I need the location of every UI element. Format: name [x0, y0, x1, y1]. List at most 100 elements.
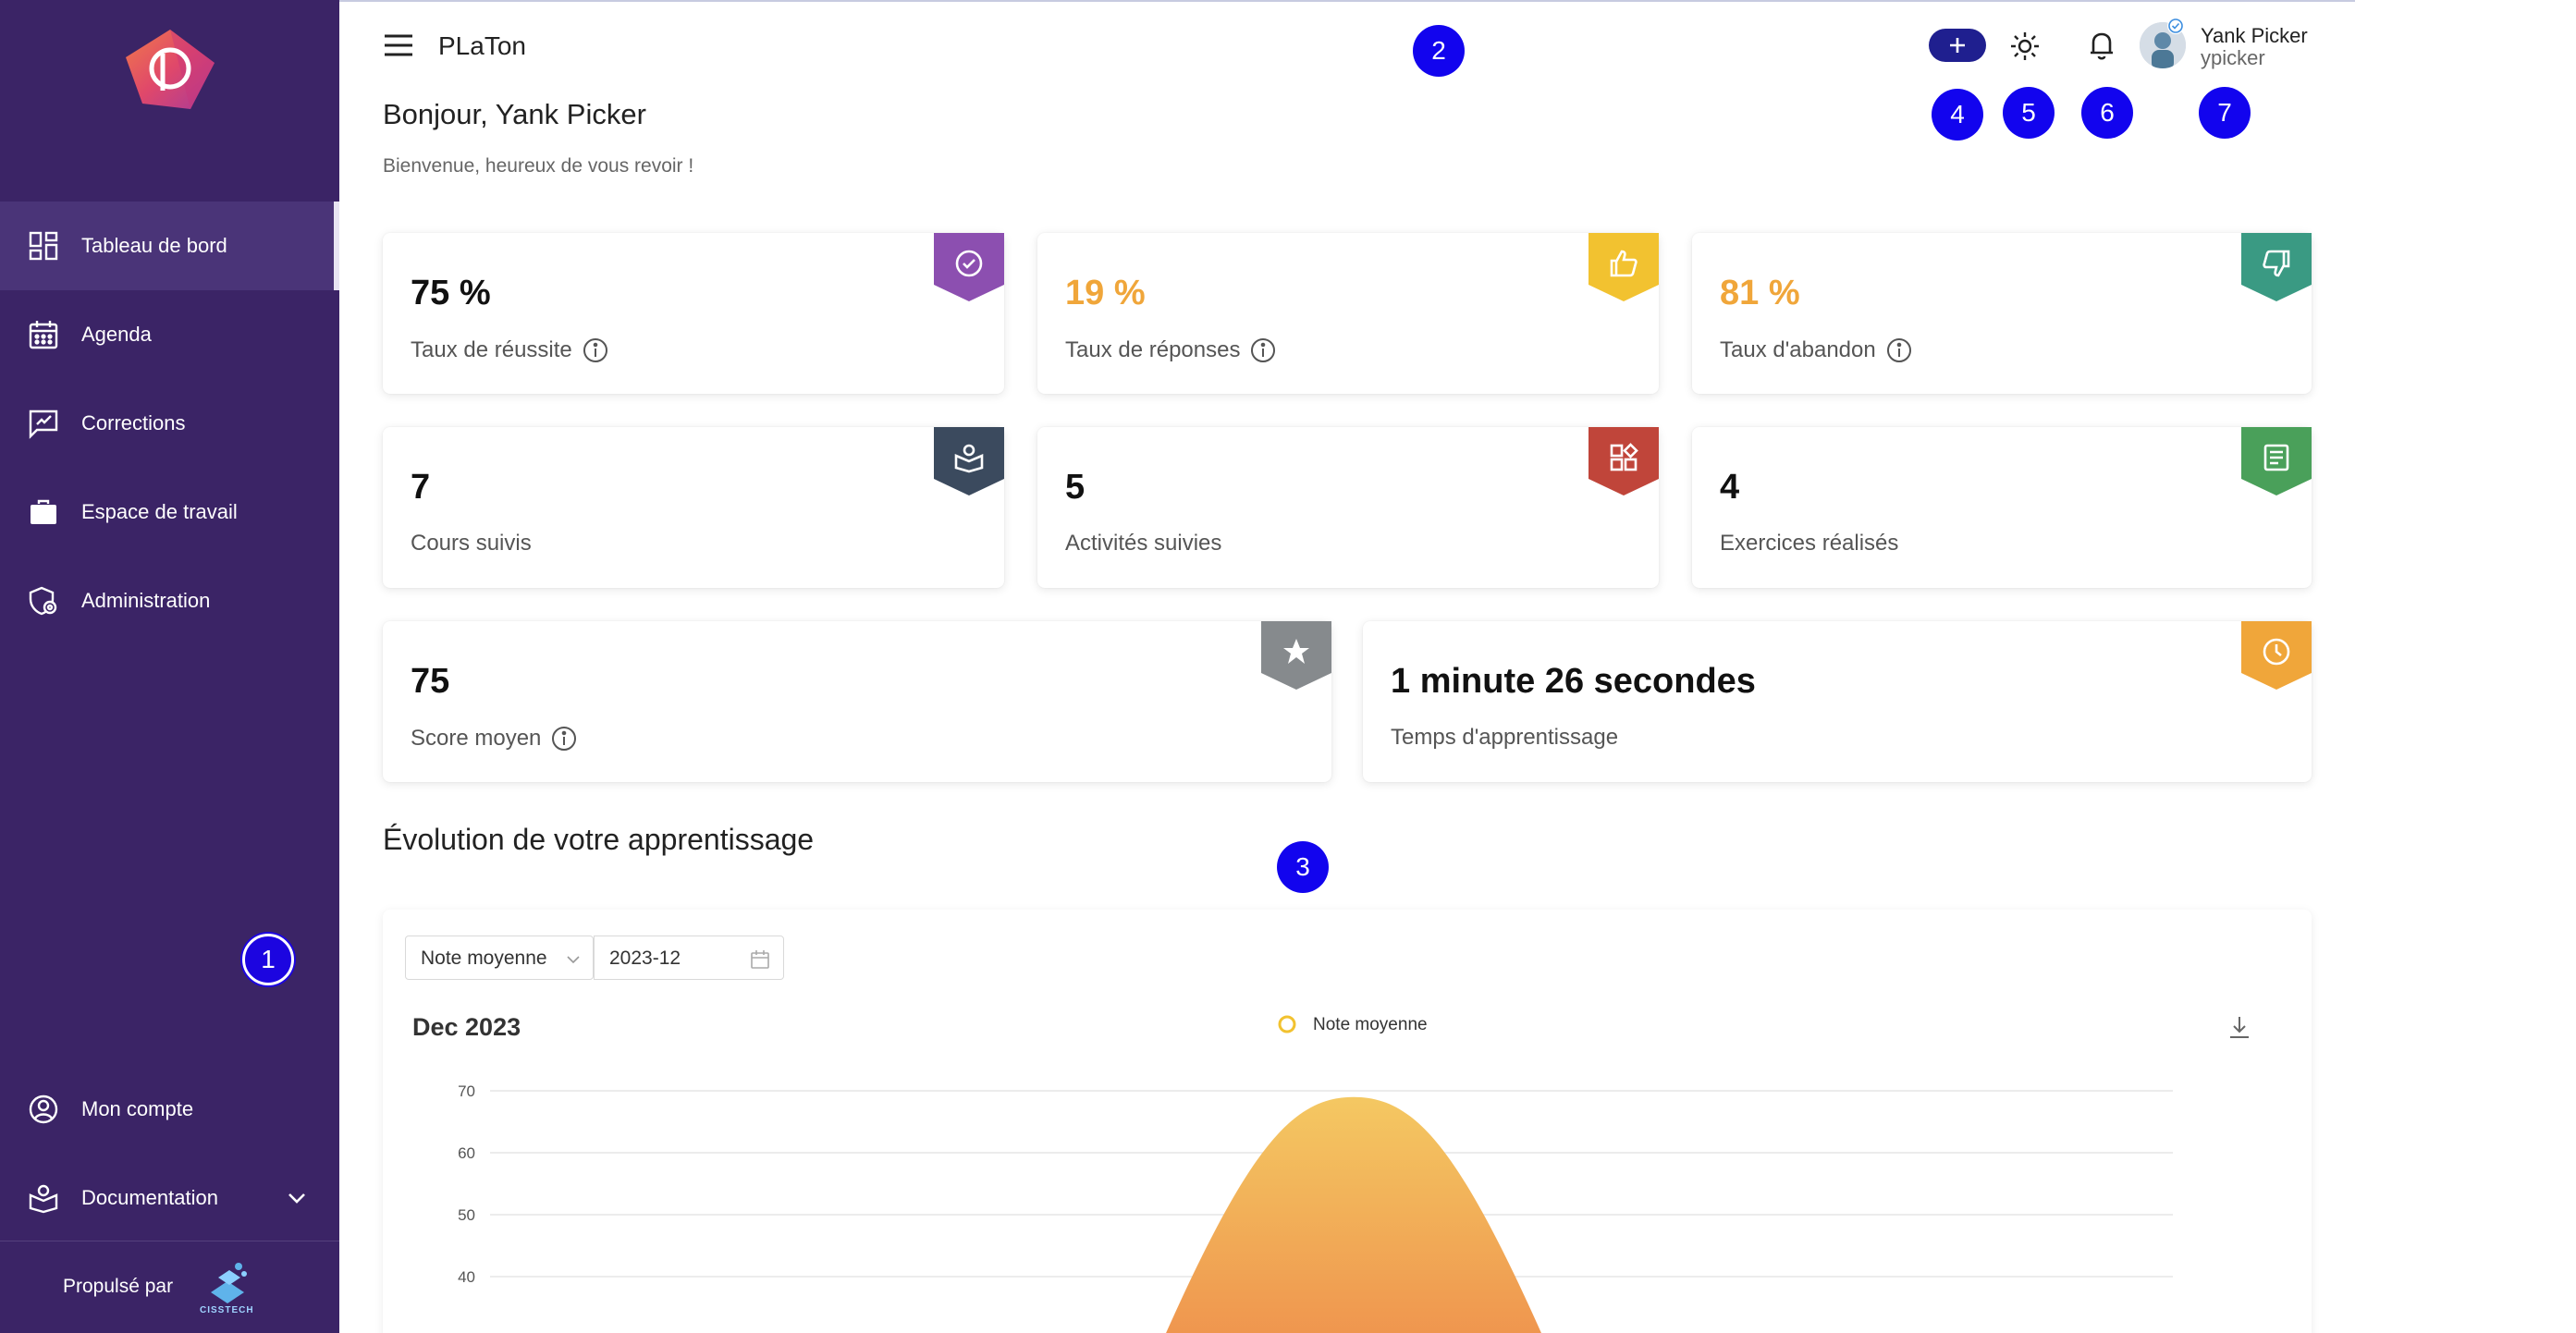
corrections-icon	[29, 410, 58, 439]
info-icon[interactable]	[582, 336, 609, 364]
sidebar-item-corrections[interactable]: Corrections	[0, 379, 339, 468]
stat-card-courses: 7 Cours suivis	[383, 427, 1004, 588]
thumbs-up-icon	[1610, 250, 1638, 277]
stat-label-text: Cours suivis	[411, 531, 532, 556]
stat-card-learning-time: 1 minute 26 secondes Temps d'apprentissa…	[1363, 621, 2312, 782]
legend-marker[interactable]	[1278, 1015, 1296, 1033]
sidebar-item-label: Documentation	[81, 1186, 218, 1209]
sidebar-item-label: Mon compte	[81, 1097, 194, 1120]
add-button[interactable]	[1929, 29, 1986, 62]
account-icon	[29, 1095, 58, 1124]
stat-value: 81 %	[1720, 274, 1800, 312]
stat-label-text: Score moyen	[411, 726, 542, 751]
stat-label: Cours suivis	[411, 531, 532, 556]
stat-label: Activités suivies	[1065, 531, 1221, 556]
stat-badge	[934, 427, 1004, 497]
powered-by-label: Propulsé par	[63, 1276, 174, 1297]
annotation-marker-6: 6	[2081, 87, 2133, 139]
stat-card-response-rate: 19 % Taux de réponses	[1037, 233, 1659, 394]
stat-value: 5	[1065, 468, 1086, 507]
stat-label-text: Temps d'apprentissage	[1391, 725, 1619, 750]
annotation-marker-7: 7	[2199, 87, 2251, 139]
info-icon[interactable]	[1249, 336, 1277, 364]
welcome-text: Bienvenue, heureux de vous revoir !	[383, 155, 694, 177]
y-tick-label: 60	[458, 1144, 475, 1162]
sidebar-item-administration[interactable]: Administration	[0, 556, 339, 645]
y-tick-label: 70	[458, 1082, 475, 1100]
sidebar-item-label: Espace de travail	[81, 500, 238, 523]
stat-value: 7	[411, 468, 431, 507]
stat-value: 75	[411, 662, 450, 701]
documentation-icon	[29, 1184, 58, 1214]
annotation-marker-4: 4	[1932, 89, 1983, 141]
stat-label: Taux d'abandon	[1720, 336, 1913, 364]
stat-badge	[1589, 233, 1659, 303]
stat-card-exercises: 4 Exercices réalisés	[1692, 427, 2312, 588]
chart-title: Dec 2023	[412, 1013, 521, 1041]
y-tick-label: 40	[458, 1268, 475, 1286]
page-title: Bonjour, Yank Picker	[383, 98, 646, 130]
stat-badge	[2241, 427, 2312, 497]
learning-chart-card: Note moyenne 2023-12 Dec 2023 Note moyen…	[383, 910, 2312, 1333]
dashboard-icon	[29, 231, 58, 261]
exercise-icon	[2263, 444, 2289, 471]
stat-badge	[2241, 233, 2312, 303]
annotation-marker-1: 1	[242, 934, 294, 985]
sidebar-item-dashboard[interactable]: Tableau de bord	[0, 202, 339, 290]
stat-badge	[1261, 621, 1331, 691]
header-border	[339, 0, 2355, 2]
download-icon[interactable]	[2230, 1017, 2249, 1038]
bell-icon[interactable]	[2086, 29, 2117, 62]
stat-label-text: Exercices réalisés	[1720, 531, 1899, 556]
user-name[interactable]: Yank Picker	[2201, 24, 2308, 48]
menu-icon[interactable]	[383, 31, 414, 59]
stat-value: 4	[1720, 468, 1740, 507]
stat-label: Score moyen	[411, 725, 578, 752]
sidebar-item-workspace[interactable]: Espace de travail	[0, 468, 339, 556]
sidebar-item-label: Corrections	[81, 411, 186, 434]
check-circle-icon	[955, 250, 983, 277]
stat-label: Taux de réponses	[1065, 336, 1277, 364]
info-icon[interactable]	[1885, 336, 1913, 364]
sidebar: Tableau de bord Agenda Corrections Espac…	[0, 0, 339, 1333]
stat-card-activities: 5 Activités suivies	[1037, 427, 1659, 588]
user-login: ypicker	[2201, 46, 2265, 69]
verified-badge-icon	[2167, 18, 2184, 34]
stat-card-dropout-rate: 81 % Taux d'abandon	[1692, 233, 2312, 394]
sidebar-item-label: Administration	[81, 589, 211, 612]
star-icon	[1283, 639, 1309, 664]
sidebar-item-account[interactable]: Mon compte	[0, 1065, 339, 1154]
sun-icon[interactable]	[2008, 30, 2042, 63]
sidebar-item-documentation[interactable]: Documentation	[0, 1154, 339, 1242]
stat-label-text: Activités suivies	[1065, 531, 1222, 556]
plus-icon	[1950, 38, 1965, 53]
admin-icon	[29, 586, 57, 616]
annotation-marker-2: 2	[1413, 25, 1465, 77]
chart-canvas: Dec 2023 Note moyenne 70 60 50 40	[412, 1013, 2249, 1333]
info-icon[interactable]	[550, 725, 578, 752]
app-title: PLaTon	[438, 31, 526, 60]
stat-value: 1 minute 26 secondes	[1391, 662, 1756, 701]
briefcase-icon	[31, 499, 56, 524]
cisstech-wordmark: CISSTECH	[200, 1305, 254, 1315]
platon-logo[interactable]	[126, 30, 215, 109]
stat-value: 75 %	[411, 274, 491, 312]
stat-label-text: Taux d'abandon	[1720, 337, 1876, 362]
stat-card-average-score: 75 Score moyen	[383, 621, 1331, 782]
annotation-marker-5: 5	[2003, 87, 2055, 139]
stat-label: Exercices réalisés	[1720, 531, 1898, 556]
legend-label[interactable]: Note moyenne	[1313, 1015, 1428, 1034]
stat-label: Taux de réussite	[411, 336, 609, 364]
y-tick-label: 50	[458, 1206, 475, 1224]
sidebar-item-agenda[interactable]: Agenda	[0, 290, 339, 379]
stat-label-text: Taux de réponses	[1065, 337, 1241, 362]
sidebar-item-label: Tableau de bord	[81, 234, 227, 257]
clock-icon	[2263, 638, 2290, 666]
calendar-icon	[29, 321, 58, 349]
chevron-down-icon[interactable]	[286, 1187, 308, 1209]
annotation-marker-3: 3	[1277, 841, 1329, 893]
stat-label: Temps d'apprentissage	[1391, 725, 1618, 751]
stat-card-success-rate: 75 % Taux de réussite	[383, 233, 1004, 394]
activities-icon	[1610, 443, 1638, 471]
stat-label-text: Taux de réussite	[411, 337, 572, 362]
